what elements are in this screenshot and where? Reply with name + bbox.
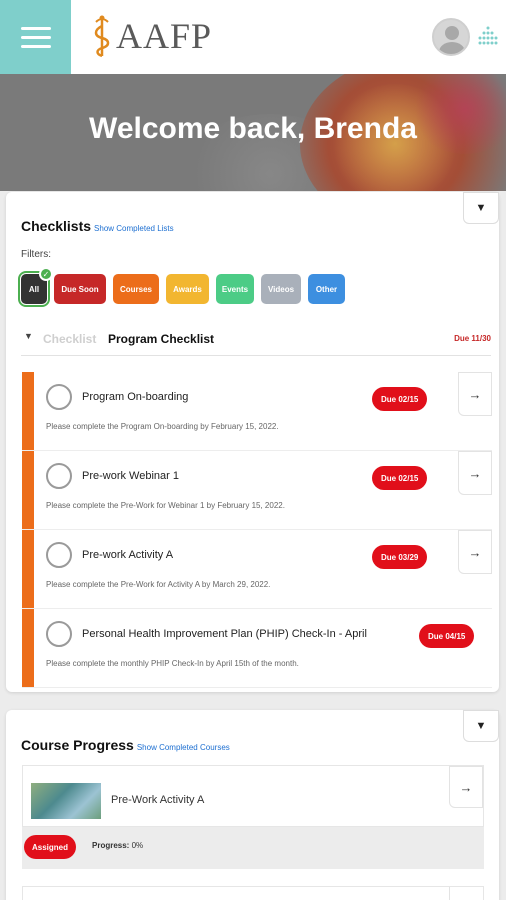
course-progress-title: Course Progress Show Completed Courses [21,737,230,753]
chevron-down-icon: ▼ [475,720,487,732]
checklist-name: Program Checklist [108,332,215,346]
chevron-down-icon: ▼ [475,202,487,214]
checklist-due-date: Due 11/30 [454,334,491,343]
menu-line [20,26,51,30]
checklists-title: Checklists Show Completed Lists [21,218,174,234]
filter-chip-label: Other [315,284,338,294]
open-course-button[interactable]: → [449,766,483,808]
avatar-body [439,42,465,54]
program-checklist-header[interactable]: ▼ Checklist Program Checklist Due 11/30 [21,329,491,351]
course-name: Pre-Work Activity A [111,794,205,806]
filter-chip-courses[interactable]: Courses [113,274,159,304]
filter-chip-label: All [28,284,40,294]
welcome-heading: Welcome back, Brenda [89,112,417,145]
completion-checkbox[interactable] [46,384,72,410]
filter-chip-videos[interactable]: Videos [261,274,301,304]
item-description: Please complete the Program On-boarding … [46,422,279,431]
completion-checkbox[interactable] [46,542,72,568]
menu-line [20,44,51,48]
due-badge: Due 03/29 [372,545,428,569]
list-item[interactable]: Personal Health Improvement Plan (PHIP) … [22,609,492,688]
completion-checkbox[interactable] [46,621,72,647]
item-description: Please complete the Pre-Work for Webinar… [46,501,285,510]
divider [21,355,491,356]
due-badge: Due 02/15 [372,466,428,490]
item-title: Program On-boarding [82,391,189,403]
logo-text: AAFP [116,16,213,56]
avatar[interactable] [432,18,470,56]
dots-grid-icon[interactable] [478,26,498,48]
open-item-button[interactable]: → [458,451,492,495]
due-badge: Due 04/15 [419,624,475,648]
show-completed-lists-link[interactable]: Show Completed Lists [94,224,174,233]
filter-chip-label: Events [221,284,249,294]
checklist-items: Program On-boarding Please complete the … [22,372,492,688]
category-stripe [22,372,34,450]
checklists-title-text: Checklists [21,218,92,234]
filter-chip-label: Awards [173,284,202,294]
progress-label: Progress: [92,841,130,850]
course-row[interactable]: Pre-Work Activity A → [22,765,484,827]
caret-down-icon: ▼ [24,331,33,341]
arrow-right-icon: → [468,544,482,560]
progress-value: 0% [131,841,144,850]
list-item[interactable]: Pre-work Webinar 1 Please complete the P… [22,451,492,530]
open-course-button[interactable] [449,887,483,900]
aafp-logo[interactable]: AAFP [92,12,212,60]
filters-label: Filters: [21,249,51,260]
filter-chip-other[interactable]: Other [308,274,345,304]
item-description: Please complete the monthly PHIP Check-I… [46,659,299,668]
item-title: Personal Health Improvement Plan (PHIP) … [82,628,367,640]
course-progress-bar: Assigned Progress: 0% [22,827,484,869]
category-stripe [22,609,34,687]
checkmark-icon: ✓ [39,267,53,281]
completion-checkbox[interactable] [46,463,72,489]
status-badge: Assigned [24,835,77,859]
checklists-card: ▼ Checklists Show Completed Lists Filters… [6,192,499,692]
item-description: Please complete the Pre-Work for Activit… [46,580,271,589]
arrow-right-icon: → [459,779,473,795]
filter-chip-label: Videos [267,284,295,294]
show-completed-courses-link[interactable]: Show Completed Courses [137,743,230,752]
avatar-head [445,26,459,40]
course-progress-title-text: Course Progress [21,737,134,753]
filter-chip-events[interactable]: Events [216,274,254,304]
item-title: Pre-work Webinar 1 [82,470,179,482]
category-stripe [22,530,34,608]
filter-chips: All ✓ Due Soon Courses Awards Events Vid… [18,267,345,307]
top-bar: AAFP [0,0,506,74]
category-stripe [22,451,34,529]
welcome-banner: Welcome back, Brenda [0,74,506,191]
filter-chip-due-soon[interactable]: Due Soon [54,274,106,304]
open-item-button[interactable]: → [458,530,492,574]
course-row[interactable] [22,886,484,900]
arrow-right-icon: → [468,465,482,481]
filter-chip-all[interactable]: All ✓ [18,267,53,307]
open-item-button[interactable]: → [458,372,492,416]
filter-chip-label: Courses [119,284,152,294]
collapse-courses-button[interactable]: ▼ [463,710,499,742]
filter-chip-label: Due Soon [61,284,99,294]
collapse-checklists-button[interactable]: ▼ [463,192,499,224]
menu-line [20,35,51,39]
progress-text: Progress: 0% [92,841,143,850]
list-item[interactable]: Program On-boarding Please complete the … [22,372,492,451]
hamburger-menu-button[interactable] [0,0,71,74]
course-thumbnail [31,783,101,819]
item-title: Pre-work Activity A [82,549,174,561]
filter-chip-awards[interactable]: Awards [166,274,209,304]
due-badge: Due 02/15 [372,387,428,411]
checklist-prefix: Checklist [43,332,97,346]
arrow-right-icon: → [468,386,482,402]
course-progress-card: ▼ Course Progress Show Completed Courses … [6,710,499,900]
caduceus-icon [94,15,110,58]
list-item[interactable]: Pre-work Activity A Please complete the … [22,530,492,609]
